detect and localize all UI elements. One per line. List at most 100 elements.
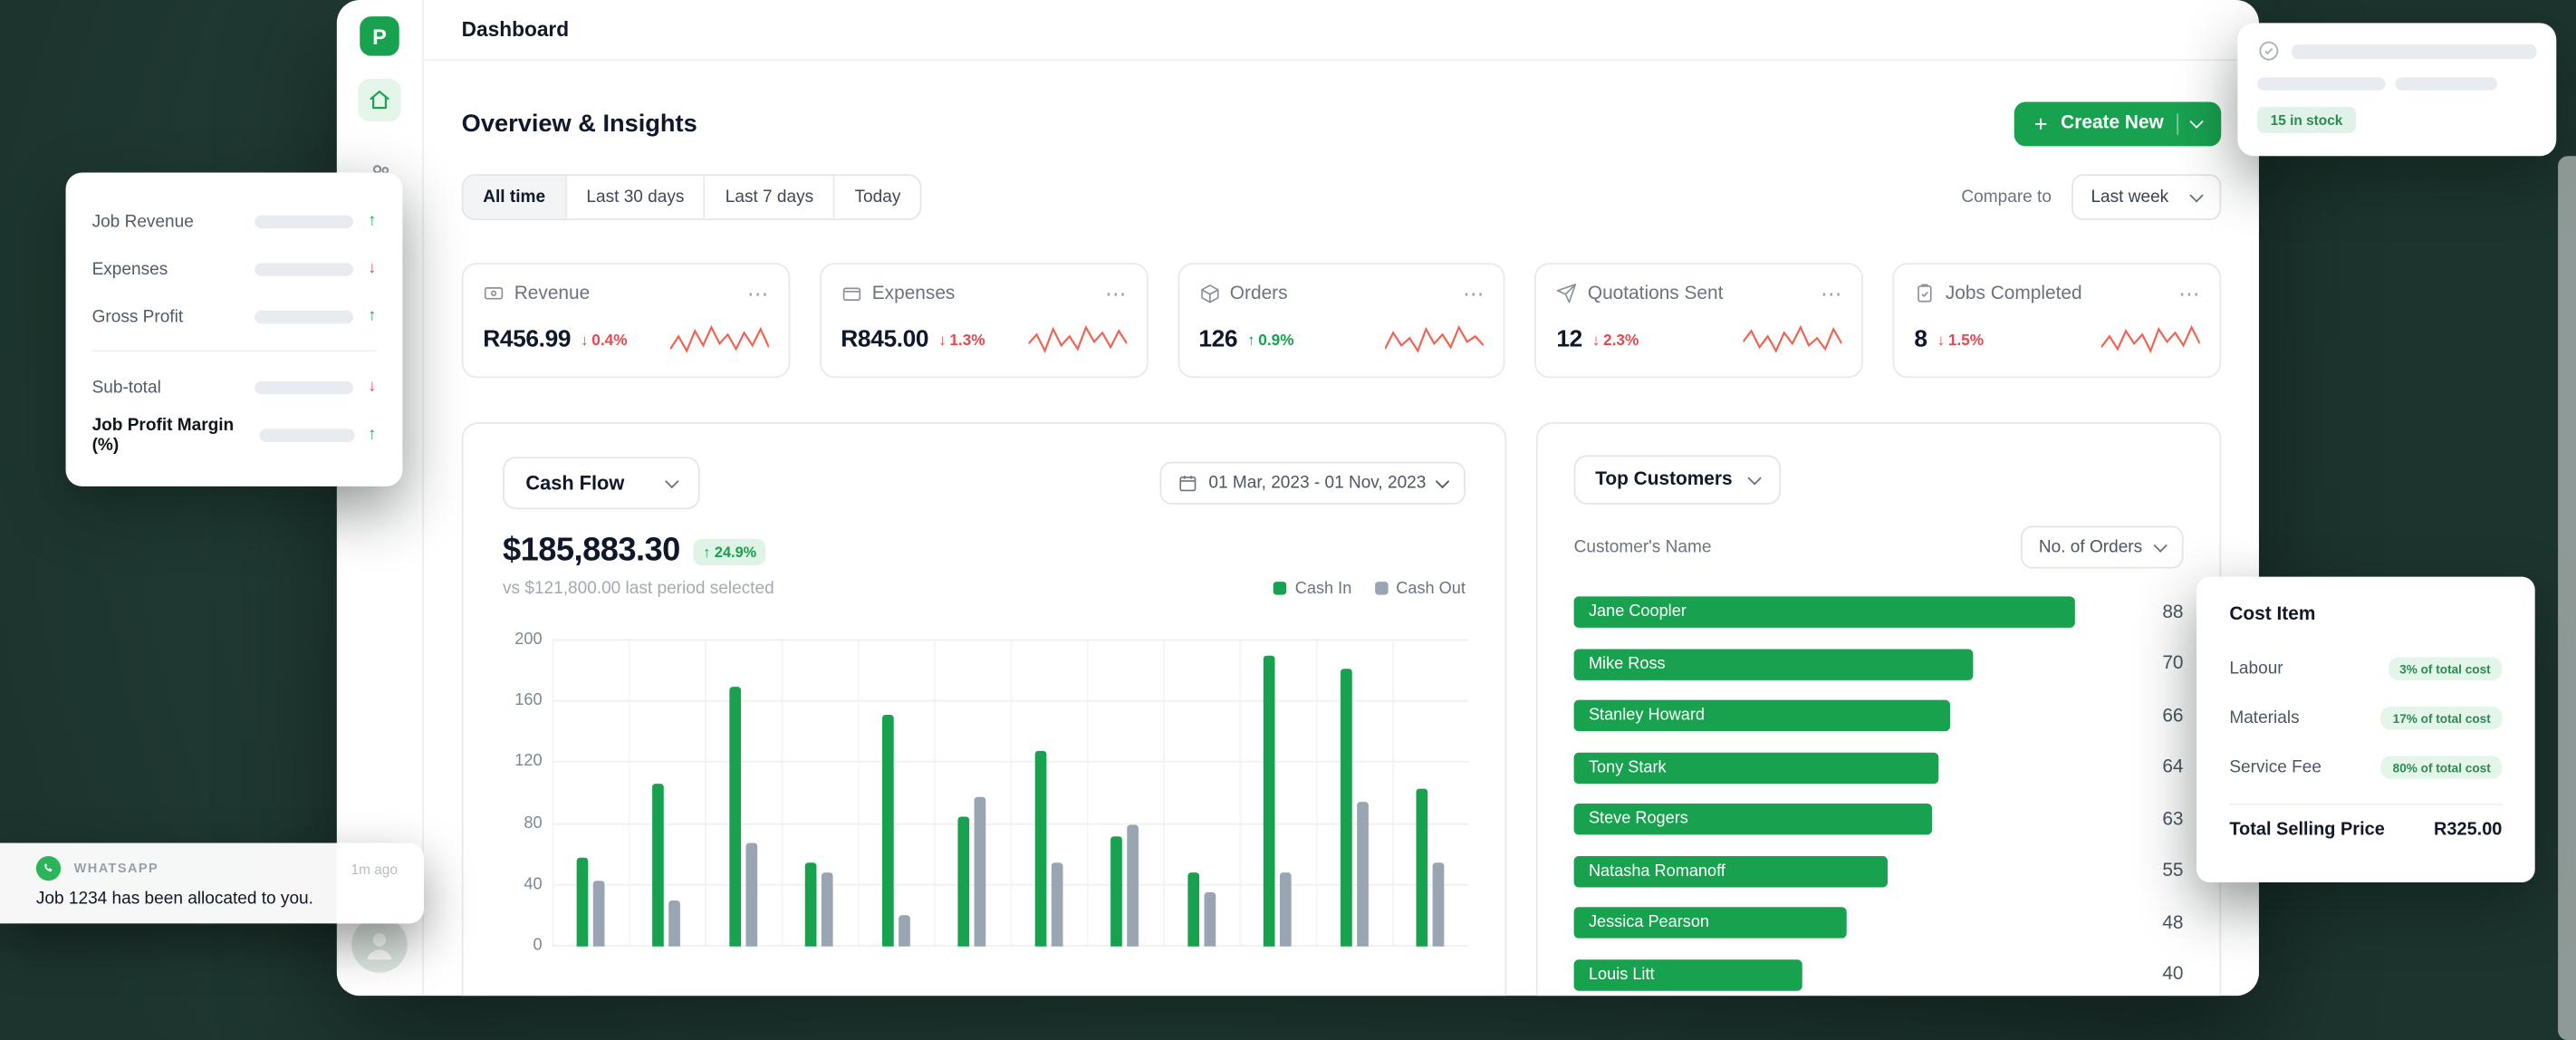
trend-arrow-icon: ↑	[354, 426, 376, 444]
home-icon	[368, 89, 390, 111]
cash-out-bar[interactable]	[669, 900, 681, 947]
bar-group	[805, 640, 833, 946]
cash-in-bar[interactable]	[882, 714, 894, 946]
delta-value: 2.3%	[1603, 331, 1639, 349]
cash-out-bar[interactable]	[745, 843, 757, 947]
cash-in-bar[interactable]	[1341, 669, 1352, 947]
delta-arrow-icon: ↑	[1247, 331, 1255, 349]
tab-today[interactable]: Today	[835, 176, 920, 218]
cash-in-bar[interactable]	[729, 687, 741, 947]
customer-bar[interactable]: Natasha Romanoff	[1574, 856, 1888, 887]
compare-period-select[interactable]: Last week	[2071, 174, 2222, 220]
bar-group	[958, 640, 986, 946]
cost-row: Service Fee 80% of total cost	[2229, 743, 2502, 792]
cash-out-bar[interactable]	[1128, 824, 1139, 947]
create-new-label: Create New	[2061, 113, 2164, 133]
customer-row: Tony Stark 64	[1574, 742, 2184, 794]
plus-icon: +	[2034, 111, 2048, 137]
metric-label: Gross Profit	[92, 306, 184, 326]
customer-bar[interactable]: Jessica Pearson	[1574, 908, 1848, 939]
customer-bar[interactable]: Jane Coopler	[1574, 597, 2075, 628]
kpi-label: Jobs Completed	[1946, 284, 2082, 303]
cash-out-bar[interactable]	[1357, 802, 1369, 947]
customer-row: Jane Coopler 88	[1574, 587, 2184, 639]
kpi-value: 8	[1914, 327, 1927, 353]
cash-in-swatch	[1274, 582, 1287, 595]
cash-out-bar[interactable]	[1051, 862, 1062, 947]
sidebar-item-home[interactable]	[358, 79, 400, 121]
cash-in-bar[interactable]	[576, 858, 588, 947]
top-customers-select[interactable]: Top Customers	[1574, 455, 1781, 504]
date-range-picker[interactable]: 01 Mar, 2023 - 01 Nov, 2023	[1159, 462, 1466, 505]
bar-group	[1341, 640, 1369, 946]
kpi-menu-button[interactable]: ⋯	[2178, 285, 2200, 302]
cash-out-bar[interactable]	[592, 881, 604, 947]
kpi-value: R456.99	[483, 327, 571, 353]
cash-in-bar[interactable]	[805, 862, 817, 947]
compare-period-value: Last week	[2091, 188, 2168, 207]
create-new-button[interactable]: + Create New	[2014, 101, 2221, 146]
y-axis-tick-label: 160	[503, 692, 543, 710]
legend-cash-in: Cash In	[1295, 579, 1352, 597]
kpi-card-quotations: Quotations Sent ⋯ 12 ↓2.3%	[1535, 263, 1863, 378]
y-axis-tick-label: 0	[503, 937, 543, 955]
check-circle-icon	[2257, 40, 2280, 63]
kpi-delta: ↓1.5%	[1937, 331, 1985, 349]
button-divider	[2177, 112, 2178, 134]
bar-group	[1417, 640, 1445, 946]
cash-flow-bar-chart: 04080120160200	[552, 640, 1468, 946]
cash-flow-panel: Cash Flow 01 Mar, 2023 - 01 Nov, 2023 $1…	[462, 422, 1507, 996]
chevron-down-icon	[2153, 538, 2167, 552]
customer-bar[interactable]: Steve Rogers	[1574, 804, 1933, 834]
bar-group	[1187, 640, 1216, 946]
customer-bar[interactable]: Stanley Howard	[1574, 700, 1950, 731]
cash-out-bar[interactable]	[822, 873, 833, 947]
chevron-down-icon	[665, 474, 678, 487]
toast-message: Job 1234 has been allocated to you.	[36, 889, 398, 909]
bar-group	[1034, 640, 1062, 946]
top-customers-value: Top Customers	[1595, 470, 1732, 490]
cost-row: Labour 3% of total cost	[2229, 644, 2502, 693]
cash-flow-metric-select[interactable]: Cash Flow	[503, 457, 700, 509]
cash-out-bar[interactable]	[1280, 873, 1292, 947]
tab-all-time[interactable]: All time	[463, 176, 566, 218]
kpi-menu-button[interactable]: ⋯	[1821, 285, 1842, 302]
orders-sort-value: No. of Orders	[2039, 537, 2142, 557]
cash-out-bar[interactable]	[899, 916, 910, 947]
kpi-value: 12	[1556, 327, 1582, 353]
cash-out-bar[interactable]	[975, 796, 986, 946]
customer-bar[interactable]: Tony Stark	[1574, 752, 1938, 783]
kpi-menu-button[interactable]: ⋯	[1105, 285, 1127, 302]
kpi-card-orders: Orders ⋯ 126 ↑0.9%	[1177, 263, 1505, 378]
cash-out-bar[interactable]	[1433, 862, 1445, 947]
cash-in-bar[interactable]	[958, 816, 970, 946]
cash-in-bar[interactable]	[1417, 789, 1428, 947]
customer-bar[interactable]: Louis Litt	[1574, 959, 1802, 990]
kpi-menu-button[interactable]: ⋯	[1463, 285, 1485, 302]
chevron-down-icon	[1747, 470, 1761, 484]
orders-sort-select[interactable]: No. of Orders	[2021, 525, 2184, 568]
cash-in-bar[interactable]	[653, 785, 665, 947]
trend-sparkline	[1744, 321, 1842, 361]
date-range-value: 01 Mar, 2023 - 01 Nov, 2023	[1208, 473, 1426, 493]
cash-out-bar[interactable]	[1204, 893, 1216, 947]
cash-in-bar[interactable]	[1111, 836, 1123, 946]
delta-arrow-icon: ↓	[1592, 331, 1600, 349]
user-avatar[interactable]	[351, 917, 408, 973]
cost-percentage-badge: 3% of total cost	[2388, 658, 2502, 680]
customer-row: Jessica Pearson 48	[1574, 897, 2184, 949]
tab-last-30-days[interactable]: Last 30 days	[567, 176, 706, 218]
customers-bar-list: Jane Coopler 88 Mike Ross 70 Stanley How…	[1574, 587, 2184, 997]
cash-in-bar[interactable]	[1034, 751, 1046, 947]
whatsapp-notification-toast[interactable]: WHATSAPP 1m ago Job 1234 has been alloca…	[0, 843, 424, 923]
kpi-row: Revenue ⋯ R456.99 ↓0.4% Expenses	[462, 263, 2222, 378]
cash-in-bar[interactable]	[1264, 656, 1275, 946]
kpi-menu-button[interactable]: ⋯	[747, 285, 769, 302]
customer-bar[interactable]: Mike Ross	[1574, 649, 1973, 679]
app-window: P Dashboard Overview & Insight	[337, 0, 2259, 996]
package-icon	[1198, 283, 1220, 304]
tab-last-7-days[interactable]: Last 7 days	[706, 176, 835, 218]
cash-in-bar[interactable]	[1187, 873, 1199, 947]
whatsapp-icon	[36, 856, 61, 881]
window-header: Dashboard	[424, 0, 2259, 61]
